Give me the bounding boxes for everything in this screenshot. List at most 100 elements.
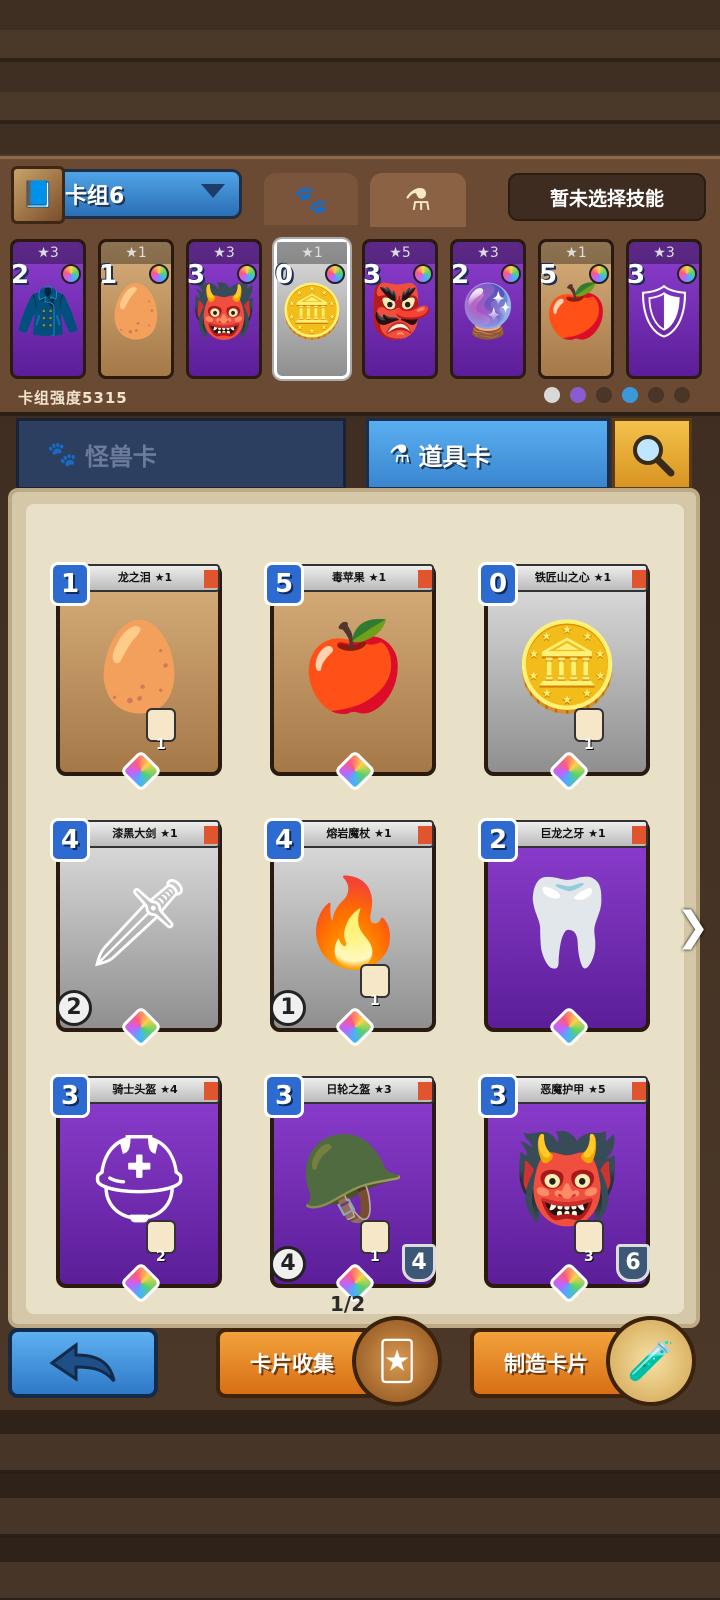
card-cost: 1 [99, 260, 118, 290]
filter-blue-icon[interactable] [622, 387, 638, 403]
collection-card[interactable]: 铁匠山之心 ★1 0 🪙 1 [478, 562, 650, 793]
card-ability-count: 1 [370, 993, 380, 1009]
card-title: 骑士头盔 ★4 [70, 1076, 220, 1104]
sun-helmet-icon: 🪖 [299, 1129, 407, 1229]
tab-potion-icon[interactable]: ⚗ [370, 173, 466, 227]
filter-orange-icon[interactable] [674, 387, 690, 403]
filter-purple-icon[interactable] [570, 387, 586, 403]
knight-helmet-icon: ⛑ [84, 1129, 194, 1229]
card-title: 漆黑大剑 ★1 [70, 820, 220, 848]
tab-monster-cards[interactable]: 🐾 怪兽卡 [16, 418, 346, 490]
deck-strength: 卡组强度5315 [18, 389, 128, 407]
card-ability-count: 3 [584, 1249, 594, 1265]
card-ability-badge-icon: 1 [360, 964, 390, 1009]
card-ability-count: 1 [584, 737, 594, 753]
medallion-icon: 🪙 [279, 282, 345, 342]
card-title: 恶魔护甲 ★5 [498, 1076, 648, 1104]
orb-staff-icon: 🔮 [455, 282, 521, 342]
card-cost: 1 [50, 562, 90, 606]
new-flag-icon [418, 570, 432, 588]
demon-mask-icon: 👹 [191, 282, 257, 342]
rarity-gem-icon [501, 264, 521, 284]
deck-card[interactable]: ★1 1 🥚 [98, 239, 174, 379]
card-cost: 3 [363, 260, 382, 290]
poison-apple-icon: 🍎 [543, 282, 609, 342]
collection-card[interactable]: 恶魔护甲 ★5 3 👹 3 6 [478, 1074, 650, 1305]
card-ability-badge-icon: 1 [146, 708, 176, 753]
collection-card[interactable]: 日轮之盔 ★3 3 🪖 1 4 4 [264, 1074, 436, 1305]
card-ability-badge-icon: 1 [574, 708, 604, 753]
card-cost: 5 [264, 562, 304, 606]
back-arrow-icon [49, 1342, 116, 1382]
craft-card-label: 制造卡片 [504, 1352, 588, 1376]
deck-card[interactable]: ★1 0 🪙 [274, 239, 350, 379]
deck-card[interactable]: ★1 5 🍎 [538, 239, 614, 379]
card-title: 日轮之盔 ★3 [284, 1076, 434, 1104]
card-collection-icon[interactable]: 🃏 [352, 1316, 442, 1406]
deck-name: 卡组6 [65, 184, 125, 209]
rarity-gem-icon [677, 264, 697, 284]
coat-icon: 🧥 [15, 282, 81, 342]
new-flag-icon [418, 826, 432, 844]
card-cost: 4 [50, 818, 90, 862]
craft-potion-icon[interactable]: 🧪 [606, 1316, 696, 1406]
rarity-gem-icon [413, 264, 433, 284]
card-cost: 2 [11, 260, 30, 290]
card-title: 龙之泪 ★1 [70, 564, 220, 592]
dragon-fang-icon: 🦷 [513, 873, 621, 973]
card-title: 巨龙之牙 ★1 [498, 820, 648, 848]
card-cost: 0 [275, 260, 294, 290]
collection-card[interactable]: 熔岩魔杖 ★1 4 🔥 1 1 [264, 818, 436, 1049]
card-cost: 3 [627, 260, 646, 290]
card-cost: 3 [187, 260, 206, 290]
card-defense-value: 6 [616, 1244, 650, 1282]
wood-background-bottom [0, 1410, 720, 1600]
collection-card[interactable]: 巨龙之牙 ★1 2 🦷 [478, 818, 650, 1049]
rarity-gem-icon [589, 264, 609, 284]
rarity-gem-icon [237, 264, 257, 284]
deck-book-icon: 📘 [11, 166, 65, 224]
card-title: 毒苹果 ★1 [284, 564, 434, 592]
demon-armor-icon: 👺 [367, 282, 433, 342]
collection-card[interactable]: 毒苹果 ★1 5 🍎 [264, 562, 436, 793]
new-flag-icon [204, 570, 218, 588]
back-button[interactable] [8, 1328, 158, 1398]
skill-select-button[interactable]: 暂未选择技能 [508, 173, 706, 221]
collection-card[interactable]: 漆黑大剑 ★1 4 🗡 2 [50, 818, 222, 1049]
rarity-gem-icon [61, 264, 81, 284]
new-flag-icon [632, 826, 646, 844]
new-flag-icon [204, 1082, 218, 1100]
filter-green-icon[interactable] [596, 387, 612, 403]
card-title: 铁匠山之心 ★1 [498, 564, 648, 592]
tab-item-cards[interactable]: ⚗ 道具卡 [366, 418, 610, 490]
dragon-tear-icon: 🥚 [85, 617, 193, 717]
egg-icon: 🥚 [103, 282, 169, 342]
page-number: 1/2 [330, 1292, 366, 1316]
deck-filter-icons [544, 387, 690, 403]
tab-monster-skill-paw-icon[interactable]: 🐾 [264, 173, 358, 225]
card-defense-value: 4 [402, 1244, 436, 1282]
deck-card-row: ★3 2 🧥 ★1 1 🥚 ★3 3 👹 ★1 0 🪙 ★5 3 👺 ★3 2 🔮 ★1 5 🍎 ★3 3 🛡 [10, 239, 710, 379]
deck-card[interactable]: ★3 2 🧥 [10, 239, 86, 379]
card-cost: 3 [264, 1074, 304, 1118]
deck-card[interactable]: ★3 3 🛡 [626, 239, 702, 379]
medallion-icon: 🪙 [513, 617, 621, 717]
collection-card[interactable]: 龙之泪 ★1 1 🥚 1 [50, 562, 222, 793]
card-cost: 5 [539, 260, 558, 290]
deck-card[interactable]: ★3 3 👹 [186, 239, 262, 379]
search-button[interactable] [612, 418, 692, 490]
card-ability-count: 1 [370, 1249, 380, 1265]
next-page-arrow-icon[interactable]: ❯ [676, 904, 710, 950]
demon-armor-icon: 👹 [513, 1129, 621, 1229]
deck-card[interactable]: ★3 2 🔮 [450, 239, 526, 379]
collection-card[interactable]: 骑士头盔 ★4 3 ⛑ 2 [50, 1074, 222, 1305]
card-ability-badge-icon: 1 [360, 1220, 390, 1265]
filter-neutral-icon[interactable] [544, 387, 560, 403]
filter-red-icon[interactable] [648, 387, 664, 403]
card-cost: 0 [478, 562, 518, 606]
new-flag-icon [632, 570, 646, 588]
card-attack-value: 4 [270, 1246, 306, 1282]
deck-selector-dropdown[interactable]: 📘 卡组6 [11, 166, 242, 224]
deck-card[interactable]: ★5 3 👺 [362, 239, 438, 379]
card-ability-count: 1 [156, 737, 166, 753]
